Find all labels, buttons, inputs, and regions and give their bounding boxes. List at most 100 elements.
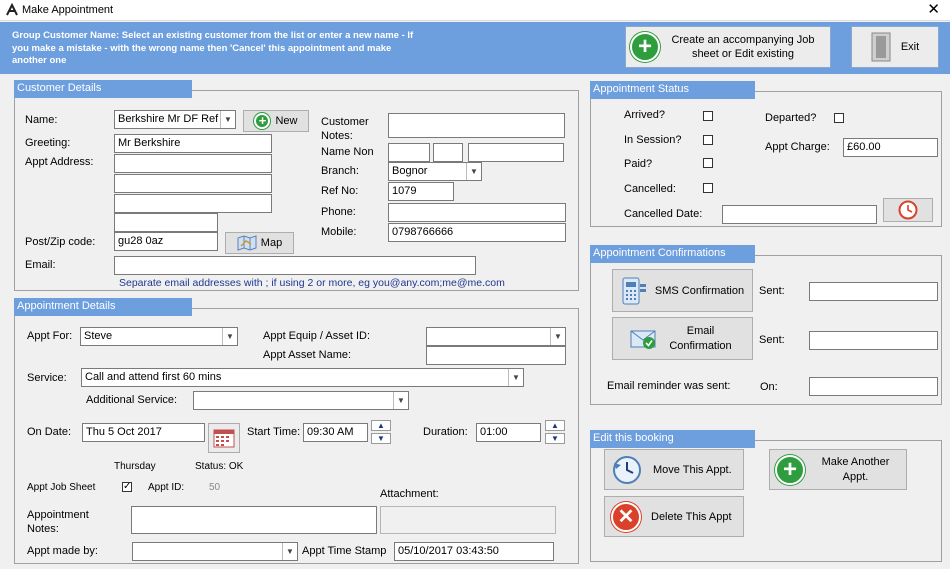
attachment-field[interactable]: [380, 506, 556, 534]
chevron-down-icon[interactable]: ▼: [508, 369, 523, 386]
on-date-input[interactable]: Thu 5 Oct 2017: [82, 423, 205, 442]
chevron-down-icon[interactable]: ▼: [220, 111, 235, 128]
start-time-up-icon[interactable]: ▲: [371, 420, 391, 431]
name-non-label: Name Non: [321, 146, 374, 158]
name-non-field-1[interactable]: [388, 143, 430, 162]
charge-input[interactable]: £60.00: [843, 138, 938, 157]
ref-no-input[interactable]: 1079: [388, 182, 454, 201]
app-icon: [6, 3, 18, 16]
branch-value: Bognor: [392, 165, 428, 177]
chevron-down-icon[interactable]: ▼: [222, 328, 237, 345]
appt-notes-input[interactable]: [131, 506, 377, 534]
chevron-down-icon[interactable]: ▼: [550, 328, 565, 345]
start-time-down-icon[interactable]: ▼: [371, 433, 391, 444]
banner-message: Group Customer Name: Select an existing …: [12, 30, 414, 66]
in-session-checkbox[interactable]: [703, 135, 713, 145]
paid-checkbox[interactable]: [703, 158, 713, 168]
cancelled-checkbox[interactable]: [703, 183, 713, 193]
duration-down-icon[interactable]: ▼: [545, 433, 565, 444]
start-time-input[interactable]: 09:30 AM: [303, 423, 368, 442]
name-label: Name:: [25, 114, 58, 126]
phone-input[interactable]: [388, 203, 566, 222]
service-label: Service:: [27, 372, 67, 384]
departed-checkbox[interactable]: [834, 113, 844, 123]
map-button[interactable]: Map: [225, 232, 294, 254]
edit-booking-title: Edit this booking: [590, 430, 755, 448]
branch-combo[interactable]: Bognor ▼: [388, 162, 482, 181]
paid-label: Paid?: [624, 158, 653, 170]
postcode-input[interactable]: gu28 0az: [114, 232, 218, 251]
close-icon[interactable]: ✕: [927, 1, 940, 18]
made-by-combo[interactable]: ▼: [132, 542, 298, 561]
door-icon: [871, 32, 891, 62]
sms-confirmation-button[interactable]: SMS Confirmation: [612, 269, 753, 312]
delete-appt-label: Delete This Appt: [651, 510, 732, 523]
calendar-icon: [213, 429, 235, 448]
plus-icon: +: [254, 113, 271, 129]
asset-name-input[interactable]: [426, 346, 566, 365]
chevron-down-icon[interactable]: ▼: [466, 163, 481, 180]
sms-sent-label: Sent:: [759, 285, 785, 297]
chevron-down-icon[interactable]: ▼: [282, 543, 297, 560]
mobile-input[interactable]: 0798766666: [388, 223, 566, 242]
appt-address-label: Appt Address:: [25, 156, 94, 168]
service-combo[interactable]: Call and attend first 60 mins ▼: [81, 368, 524, 387]
make-another-button[interactable]: + Make Another Appt.: [769, 449, 907, 490]
branch-label: Branch:: [321, 165, 359, 177]
window-title: Make Appointment: [22, 4, 114, 16]
email-sent-label: Sent:: [759, 334, 785, 346]
appt-id-value: 50: [209, 482, 221, 493]
delete-appt-button[interactable]: ✕ Delete This Appt: [604, 496, 744, 537]
job-sheet-checkbox[interactable]: ✓: [122, 482, 132, 492]
exit-button[interactable]: Exit: [851, 26, 939, 68]
equip-label: Appt Equip / Asset ID:: [263, 330, 371, 342]
new-customer-button[interactable]: + New: [243, 110, 309, 132]
address-line-3[interactable]: [114, 194, 272, 213]
map-label: Map: [260, 237, 283, 249]
email-input[interactable]: [114, 256, 476, 275]
timestamp-input[interactable]: 05/10/2017 03:43:50: [394, 542, 554, 561]
plus-icon: +: [775, 454, 805, 485]
clock-icon: [898, 200, 918, 220]
appointment-details-title: Appointment Details: [14, 298, 192, 316]
reminder-on-input[interactable]: [809, 377, 938, 396]
customer-notes-input[interactable]: [388, 113, 565, 138]
arrived-checkbox[interactable]: [703, 111, 713, 121]
duration-label: Duration:: [423, 426, 468, 438]
appt-for-label: Appt For:: [27, 330, 73, 342]
name-non-field-2[interactable]: [433, 143, 463, 162]
reminder-on-label: On:: [760, 381, 778, 393]
move-appt-label: Move This Appt.: [653, 463, 732, 476]
ref-no-label: Ref No:: [321, 185, 359, 197]
name-non-field-3[interactable]: [468, 143, 564, 162]
greeting-input[interactable]: Mr Berkshire: [114, 134, 272, 153]
cancelled-time-button[interactable]: [883, 198, 933, 222]
address-line-2[interactable]: [114, 174, 272, 193]
calendar-button[interactable]: [208, 423, 240, 453]
job-sheet-label: Create an accompanying Job sheet or Edit…: [671, 34, 815, 60]
appt-for-value: Steve: [84, 330, 113, 342]
appt-id-label: Appt ID:: [148, 482, 185, 493]
sms-sent-input[interactable]: [809, 282, 938, 301]
cancelled-date-input[interactable]: [722, 205, 877, 224]
appointment-status-title: Appointment Status: [590, 81, 755, 99]
job-sheet-label: Appt Job Sheet: [27, 482, 96, 493]
appt-for-combo[interactable]: Steve ▼: [80, 327, 238, 346]
additional-service-combo[interactable]: ▼: [193, 391, 409, 410]
phone-label: Phone:: [321, 206, 356, 218]
equip-combo[interactable]: ▼: [426, 327, 566, 346]
address-line-1[interactable]: [114, 154, 272, 173]
email-confirmation-button[interactable]: Email Confirmation: [612, 317, 753, 360]
email-confirmation-label: Email Confirmation: [669, 324, 732, 352]
email-sent-input[interactable]: [809, 331, 938, 350]
move-appt-button[interactable]: Move This Appt.: [604, 449, 744, 490]
duration-up-icon[interactable]: ▲: [545, 420, 565, 431]
duration-input[interactable]: 01:00: [476, 423, 541, 442]
name-combo[interactable]: Berkshire Mr DF Ref ▼: [114, 110, 236, 129]
on-date-label: On Date:: [27, 426, 72, 438]
address-line-4[interactable]: [114, 213, 218, 232]
job-sheet-button[interactable]: + Create an accompanying Job sheet or Ed…: [625, 26, 831, 68]
chevron-down-icon[interactable]: ▼: [393, 392, 408, 409]
sms-confirmation-label: SMS Confirmation: [654, 284, 745, 297]
cancelled-date-label: Cancelled Date:: [624, 208, 703, 220]
